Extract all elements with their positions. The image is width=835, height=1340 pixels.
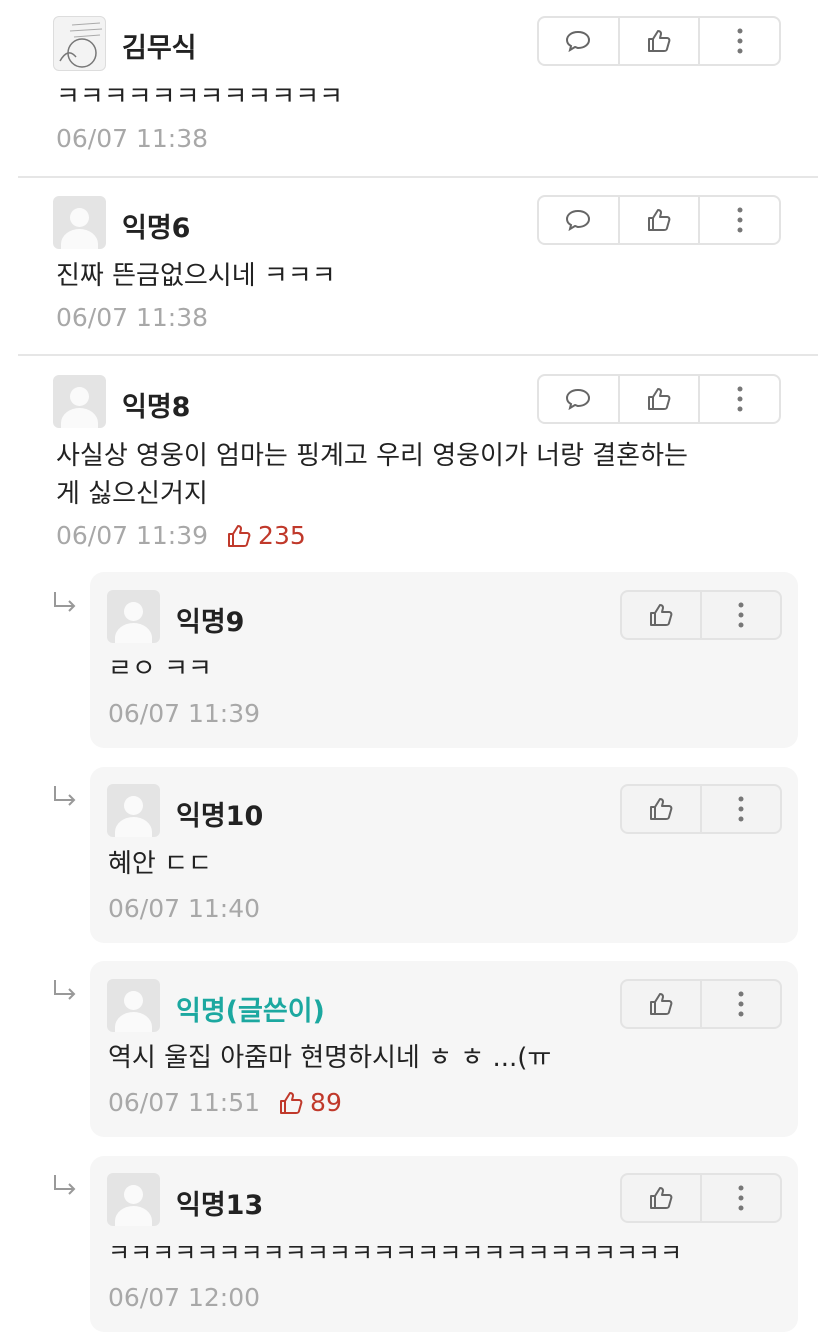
like-button[interactable] — [622, 1175, 700, 1221]
comment-icon — [566, 388, 591, 411]
reply-button[interactable] — [539, 376, 618, 422]
comment-text-line2: 게 싫으신거지 — [56, 479, 208, 509]
more-vertical-icon — [737, 207, 743, 233]
reply-arrow-icon — [54, 1175, 76, 1195]
comment-text-line1: 사실상 영웅이 엄마는 핑계고 우리 영웅이가 너랑 결혼하는 — [56, 441, 688, 471]
avatar — [53, 375, 106, 428]
reply-actions — [620, 1173, 782, 1223]
commenter-name[interactable]: 김무식 — [122, 26, 197, 65]
like-button[interactable] — [617, 376, 699, 422]
reply-text: 혜안 ㄷㄷ — [108, 849, 212, 879]
timestamp: 06/07 11:40 — [108, 894, 261, 923]
avatar — [107, 784, 160, 837]
timestamp: 06/07 11:51 — [108, 1088, 261, 1117]
comment-actions — [537, 374, 781, 424]
timestamp: 06/07 11:39 — [56, 521, 209, 550]
reply-actions — [620, 784, 782, 834]
more-vertical-icon — [737, 28, 743, 54]
thumbs-up-icon — [648, 388, 671, 410]
thumbs-up-icon — [650, 604, 673, 626]
more-vertical-icon — [738, 991, 744, 1017]
like-count-value: 89 — [310, 1088, 342, 1117]
more-button[interactable] — [698, 197, 779, 243]
more-button[interactable] — [700, 592, 780, 638]
divider — [18, 354, 818, 356]
comment-actions — [537, 16, 781, 66]
more-vertical-icon — [738, 1185, 744, 1211]
avatar — [107, 590, 160, 643]
avatar — [53, 16, 106, 71]
timestamp: 06/07 12:00 — [108, 1283, 261, 1312]
reply-text: ㄹㅇ ㅋㅋ — [108, 654, 212, 684]
comment-meta: 06/07 11:38 — [56, 124, 208, 153]
comment-icon — [566, 209, 591, 232]
reply-actions — [620, 590, 782, 640]
timestamp: 06/07 11:39 — [108, 699, 261, 728]
more-button[interactable] — [700, 981, 780, 1027]
like-count: 235 — [226, 521, 306, 550]
like-button[interactable] — [617, 197, 699, 243]
more-vertical-icon — [738, 796, 744, 822]
more-button[interactable] — [700, 786, 780, 832]
thumbs-up-icon — [280, 1091, 303, 1114]
comment-meta: 06/07 11:39 235 — [56, 521, 306, 550]
like-button[interactable] — [617, 18, 699, 64]
timestamp: 06/07 11:38 — [56, 303, 209, 332]
like-button[interactable] — [622, 786, 700, 832]
comment-meta: 06/07 11:38 — [56, 303, 208, 332]
reply-text: 역시 울집 아줌마 현명하시네 ㅎ ㅎ ...(ㅠ — [108, 1043, 552, 1073]
thumbs-up-icon — [648, 209, 671, 231]
thumbs-up-icon — [650, 1187, 673, 1209]
commenter-name[interactable]: 익명9 — [176, 600, 244, 639]
comment-icon — [566, 30, 591, 53]
like-button[interactable] — [622, 592, 700, 638]
divider — [18, 176, 818, 178]
reply-meta: 06/07 11:40 — [108, 894, 260, 923]
avatar — [53, 196, 106, 249]
more-button[interactable] — [698, 18, 779, 64]
reply: 익명13 ㅋㅋㅋㅋㅋㅋㅋㅋㅋㅋㅋㅋㅋㅋㅋㅋㅋㅋㅋㅋㅋㅋㅋㅋㅋㅋ 06/07 12… — [90, 1156, 798, 1332]
avatar — [107, 1173, 160, 1226]
like-count-value: 235 — [258, 521, 306, 550]
reply: 익명(글쓴이) 역시 울집 아줌마 현명하시네 ㅎ ㅎ ...(ㅠ 06/07 … — [90, 961, 798, 1137]
timestamp: 06/07 11:38 — [56, 124, 209, 153]
more-vertical-icon — [737, 386, 743, 412]
thumbs-up-icon — [650, 993, 673, 1015]
reply-text: ㅋㅋㅋㅋㅋㅋㅋㅋㅋㅋㅋㅋㅋㅋㅋㅋㅋㅋㅋㅋㅋㅋㅋㅋㅋㅋ — [108, 1239, 683, 1267]
comment-text: ㅋㅋㅋㅋㅋㅋㅋㅋㅋㅋㅋㅋ — [56, 82, 344, 112]
reply-button[interactable] — [539, 197, 618, 243]
commenter-name[interactable]: 익명10 — [176, 794, 263, 833]
reply-meta: 06/07 12:00 — [108, 1283, 260, 1312]
reply: 익명9 ㄹㅇ ㅋㅋ 06/07 11:39 — [90, 572, 798, 748]
comment-text: 진짜 뜬금없으시네 ㅋㅋㅋ — [56, 261, 336, 291]
commenter-name[interactable]: 익명6 — [122, 206, 190, 245]
more-button[interactable] — [698, 376, 779, 422]
reply-arrow-icon — [54, 592, 76, 612]
more-button[interactable] — [700, 1175, 780, 1221]
avatar — [107, 979, 160, 1032]
reply-meta: 06/07 11:39 — [108, 699, 260, 728]
writer-name[interactable]: 익명(글쓴이) — [176, 989, 325, 1028]
like-button[interactable] — [622, 981, 700, 1027]
thumbs-up-icon — [228, 524, 251, 547]
commenter-name[interactable]: 익명13 — [176, 1183, 263, 1222]
reply-button[interactable] — [539, 18, 618, 64]
commenter-name[interactable]: 익명8 — [122, 385, 190, 424]
reply-meta: 06/07 11:51 89 — [108, 1088, 342, 1117]
thumbs-up-icon — [650, 798, 673, 820]
comment-actions — [537, 195, 781, 245]
reply-arrow-icon — [54, 980, 76, 1000]
reply-arrow-icon — [54, 786, 76, 806]
like-count: 89 — [278, 1088, 342, 1117]
reply-actions — [620, 979, 782, 1029]
reply: 익명10 혜안 ㄷㄷ 06/07 11:40 — [90, 767, 798, 943]
thumbs-up-icon — [648, 30, 671, 52]
more-vertical-icon — [738, 602, 744, 628]
